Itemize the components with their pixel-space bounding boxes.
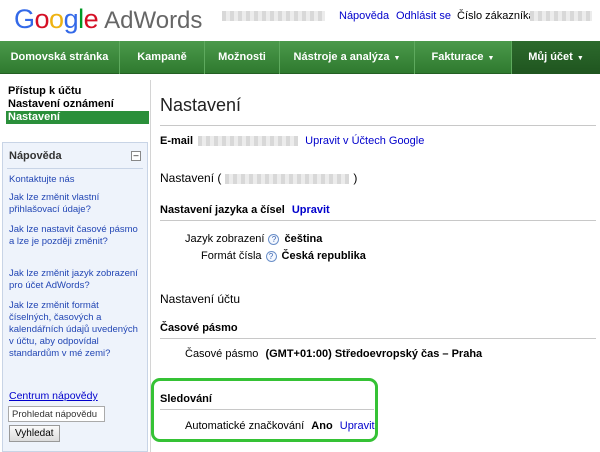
customer-id-label: Číslo zákazníka: [457,10,538,22]
help-link-contact[interactable]: Kontaktujte nás [9,174,143,186]
help-search-input[interactable] [8,406,105,422]
header: Google AdWords Nápověda Odhlásit se Číslo… [0,0,600,40]
language-section-title: Nastavení jazyka a čísel [160,204,285,216]
help-search-button[interactable]: Vyhledat [9,425,60,442]
number-format-value: Česká republika [281,250,366,262]
edit-language-link[interactable]: Upravit [292,204,330,216]
sidenav-item-settings[interactable]: Nastavení [6,111,149,124]
highlight-annotation [151,378,378,442]
settings-prefix: Nastavení ( [160,171,222,185]
nav-tab-my-account[interactable]: Můj účet ▼ [512,41,600,74]
email-row: E-mail Upravit v Účtech Google [160,135,424,147]
redacted-customer-id [530,11,592,21]
timezone-section-title: Časové pásmo [160,322,238,334]
chevron-down-icon: ▼ [393,55,401,62]
help-link[interactable]: Nápověda [339,10,389,22]
chevron-down-icon: ▼ [576,55,584,62]
nav-tab-home[interactable]: Domovská stránka [0,41,120,74]
divider [7,168,143,169]
nav-tab-billing[interactable]: Fakturace ▼ [415,41,512,74]
account-settings-heading: Nastavení účtu [160,292,241,306]
sidenav-item-notification-settings[interactable]: Nastavení oznámení [6,98,149,111]
divider [160,220,596,221]
help-link-timezone[interactable]: Jak lze nastavit časové pásmo a lze je p… [9,224,143,248]
display-language-label: Jazyk zobrazení [185,233,265,245]
edit-google-account-link[interactable]: Upravit v Účtech Google [305,135,424,147]
redacted-user-email [222,11,325,21]
timezone-row: Časové pásmo (GMT+01:00) Středoevropský … [185,348,482,360]
timezone-value: (GMT+01:00) Středoevropský čas – Praha [265,348,483,360]
help-link-language[interactable]: Jak lze změnit jazyk zobrazení pro účet … [9,268,143,292]
nav-tab-opportunities[interactable]: Možnosti [205,41,280,74]
language-section-header: Nastavení jazyka a čísel Upravit [160,204,330,216]
divider [160,338,596,339]
redacted-email [198,136,299,147]
display-language-value: čeština [284,233,323,245]
nav-tab-tools[interactable]: Nástroje a analýza ▼ [280,41,415,74]
main-nav: Domovská stránka Kampaně Možnosti Nástro… [0,41,600,74]
number-format-label: Formát čísla [201,250,262,262]
timezone-label: Časové pásmo [185,348,259,360]
sidenav-item-account-access[interactable]: Přístup k účtu [6,85,149,98]
help-link-number-format[interactable]: Jak lze změnit formát číselných, časovýc… [9,300,143,360]
number-format-row: Formát čísla? Česká republika [201,250,366,262]
help-icon[interactable]: ? [265,250,277,262]
help-link-change-login[interactable]: Jak lze změnit vlastní přihlašovací údaj… [9,192,143,216]
collapse-icon[interactable]: – [131,151,141,161]
email-label: E-mail [160,135,194,147]
nav-tab-campaigns[interactable]: Kampaně [120,41,205,74]
adwords-logo[interactable]: Google AdWords [14,4,202,35]
help-panel-title: Nápověda [9,150,62,162]
redacted-account-name [225,173,350,184]
help-panel: Nápověda – Kontaktujte nás Jak lze změni… [2,142,148,452]
account-sidenav: Přístup k účtu Nastavení oznámení Nastav… [6,85,149,124]
page-title: Nastavení [160,95,242,115]
help-center-link[interactable]: Centrum nápovědy [9,390,98,402]
logo-product-name: AdWords [104,7,203,34]
display-language-row: Jazyk zobrazení? čeština [185,233,322,245]
chevron-down-icon: ▼ [487,55,495,62]
settings-suffix: ) [353,171,358,185]
help-icon[interactable]: ? [268,233,280,245]
settings-account-row: Nastavení () [160,171,357,185]
divider [160,125,596,126]
logout-link[interactable]: Odhlásit se [396,10,451,22]
